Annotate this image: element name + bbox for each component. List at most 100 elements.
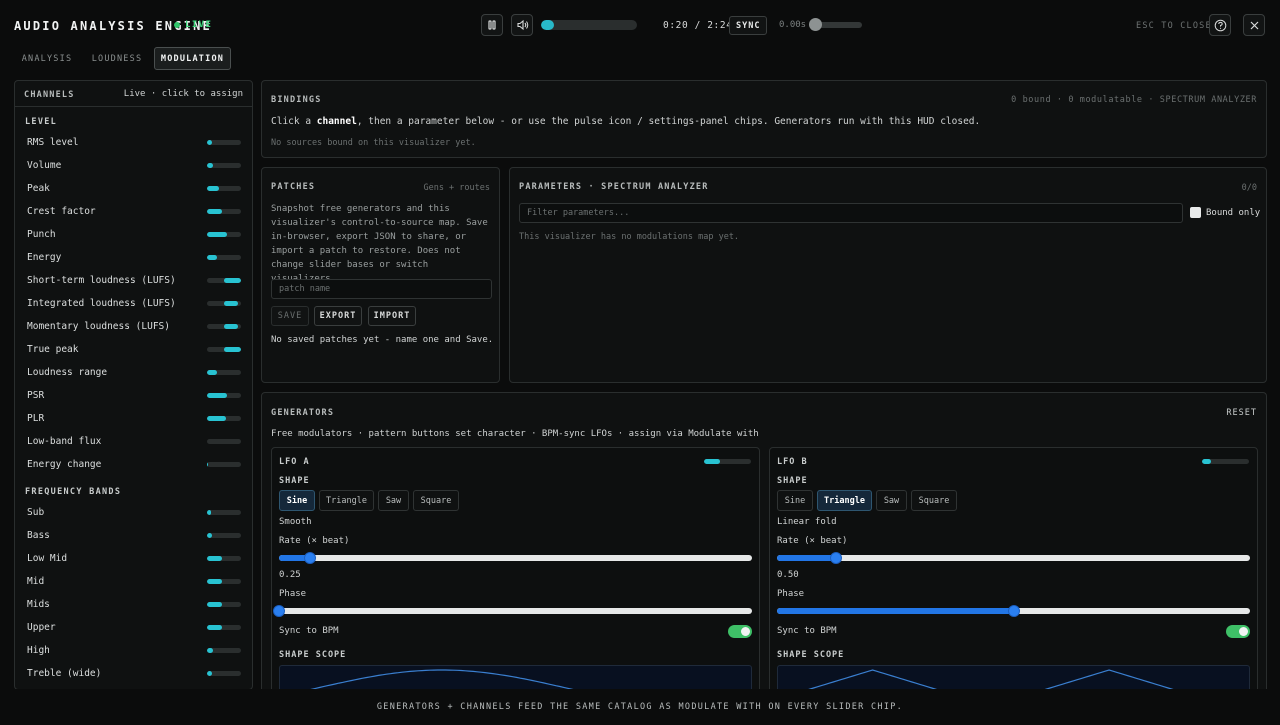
volume-button[interactable] — [511, 14, 533, 36]
channel-meter — [207, 438, 241, 444]
export-patch-button[interactable]: EXPORT — [314, 306, 362, 326]
reset-button[interactable]: RESET — [1226, 408, 1257, 418]
channel-meter — [207, 624, 241, 630]
channel-meter — [207, 392, 241, 398]
sync-bpm-toggle[interactable] — [1226, 625, 1250, 638]
channel-label: True peak — [27, 343, 79, 355]
channel-row[interactable]: Upper — [27, 620, 241, 634]
lfo-level-meter — [704, 459, 751, 464]
channel-meter — [207, 323, 241, 329]
channel-row[interactable]: PSR — [27, 388, 241, 402]
channel-label: Momentary loudness (LUFS) — [27, 320, 170, 332]
channel-row[interactable]: True peak — [27, 342, 241, 356]
channel-row[interactable]: Low-band flux — [27, 434, 241, 448]
bindings-instructions: Click a channel, then a parameter below … — [271, 115, 980, 129]
channel-row[interactable]: RMS level — [27, 135, 241, 149]
rate-slider-knob[interactable] — [303, 552, 316, 564]
channel-meter — [207, 532, 241, 538]
import-patch-button[interactable]: IMPORT — [368, 306, 416, 326]
channel-row[interactable]: Punch — [27, 227, 241, 241]
phase-slider[interactable] — [279, 608, 752, 614]
channel-row[interactable]: High — [27, 643, 241, 657]
channel-meter — [207, 254, 241, 260]
channel-label: Mid — [27, 575, 45, 587]
tab-loudness[interactable]: LOUDNESS — [84, 47, 150, 70]
channel-label: Bass — [27, 529, 50, 541]
lfo-name: LFO A — [279, 457, 310, 467]
shape-saw-button[interactable]: Saw — [378, 490, 409, 511]
save-patch-button[interactable]: SAVE — [271, 306, 309, 326]
rate-slider-knob[interactable] — [830, 552, 843, 564]
shape-sine-button[interactable]: Sine — [777, 490, 813, 511]
bound-only-label: Bound only — [1206, 208, 1261, 218]
playback-progress[interactable] — [541, 20, 637, 30]
channel-row[interactable]: Low Mid — [27, 551, 241, 565]
shape-title: SHAPE — [777, 476, 808, 486]
channel-row[interactable]: Sub — [27, 505, 241, 519]
channel-meter-fill — [207, 369, 218, 375]
patches-subtitle: Gens + routes — [423, 183, 490, 193]
channel-row[interactable]: Mid — [27, 574, 241, 588]
channel-row[interactable]: Mids — [27, 597, 241, 611]
footer-note: GENERATORS + CHANNELS FEED THE SAME CATA… — [0, 689, 1280, 725]
channel-row[interactable]: Bass — [27, 528, 241, 542]
channel-meter — [207, 670, 241, 676]
close-button[interactable] — [1243, 14, 1265, 36]
channel-row[interactable]: Peak — [27, 181, 241, 195]
help-icon — [1214, 19, 1226, 31]
channel-meter — [207, 415, 241, 421]
channel-label: PSR — [27, 389, 45, 401]
patches-panel: PATCHES Gens + routes Snapshot free gene… — [261, 167, 500, 383]
lfo-name: LFO B — [777, 457, 808, 467]
rate-slider[interactable] — [279, 555, 752, 561]
shape-square-button[interactable]: Square — [911, 490, 957, 511]
generators-description: Free modulators · pattern buttons set ch… — [271, 429, 759, 439]
channel-label: Volume — [27, 159, 62, 171]
channel-meter-fill — [207, 509, 212, 515]
shape-triangle-button[interactable]: Triangle — [319, 490, 374, 511]
rate-slider[interactable] — [777, 555, 1250, 561]
bound-only-checkbox[interactable] — [1190, 207, 1201, 218]
channel-meter-fill — [207, 162, 214, 168]
shape-square-button[interactable]: Square — [413, 490, 459, 511]
parameter-filter-input[interactable]: Filter parameters... — [519, 203, 1183, 223]
sync-button[interactable]: SYNC — [729, 16, 768, 35]
channel-label: Low Mid — [27, 552, 68, 564]
parameters-panel: PARAMETERS · SPECTRUM ANALYZER 0/0 Filte… — [509, 167, 1267, 383]
tab-modulation[interactable]: MODULATION — [154, 47, 231, 70]
channel-row[interactable]: Loudness range — [27, 365, 241, 379]
shape-saw-button[interactable]: Saw — [876, 490, 907, 511]
sync-bpm-toggle[interactable] — [728, 625, 752, 638]
channel-meter-fill — [207, 415, 226, 421]
channel-label: Loudness range — [27, 366, 108, 378]
pause-button[interactable] — [481, 14, 503, 36]
channel-row[interactable]: Momentary loudness (LUFS) — [27, 319, 241, 333]
tab-analysis[interactable]: ANALYSIS — [14, 47, 80, 70]
offset-slider-knob[interactable] — [809, 18, 822, 31]
pause-icon — [488, 20, 496, 30]
channel-row[interactable]: Energy — [27, 250, 241, 264]
channel-label: Short-term loudness (LUFS) — [27, 274, 176, 286]
channel-label: High — [27, 644, 50, 656]
help-button[interactable] — [1209, 14, 1231, 36]
channel-row[interactable]: Integrated loudness (LUFS) — [27, 296, 241, 310]
channel-row[interactable]: PLR — [27, 411, 241, 425]
shape-sine-button[interactable]: Sine — [279, 490, 315, 511]
shape-scope-title: SHAPE SCOPE — [777, 650, 845, 660]
playback-progress-fill — [541, 20, 555, 30]
channel-row[interactable]: Crest factor — [27, 204, 241, 218]
lfo-b-card: LFO B SHAPE Sine Triangle Saw Square Lin… — [769, 447, 1258, 697]
channel-meter — [207, 461, 241, 467]
shape-scope-title: SHAPE SCOPE — [279, 650, 347, 660]
shape-triangle-button[interactable]: Triangle — [817, 490, 872, 511]
channel-row[interactable]: Short-term loudness (LUFS) — [27, 273, 241, 287]
channel-row[interactable]: Volume — [27, 158, 241, 172]
channel-meter — [207, 300, 241, 306]
patch-name-input[interactable]: patch name — [271, 279, 492, 299]
phase-slider-knob[interactable] — [273, 605, 285, 617]
channel-meter-fill — [207, 578, 223, 584]
phase-slider-knob[interactable] — [1007, 605, 1020, 617]
channel-row[interactable]: Treble (wide) — [27, 666, 241, 680]
channel-row[interactable]: Energy change — [27, 457, 241, 471]
channel-meter — [207, 346, 241, 352]
